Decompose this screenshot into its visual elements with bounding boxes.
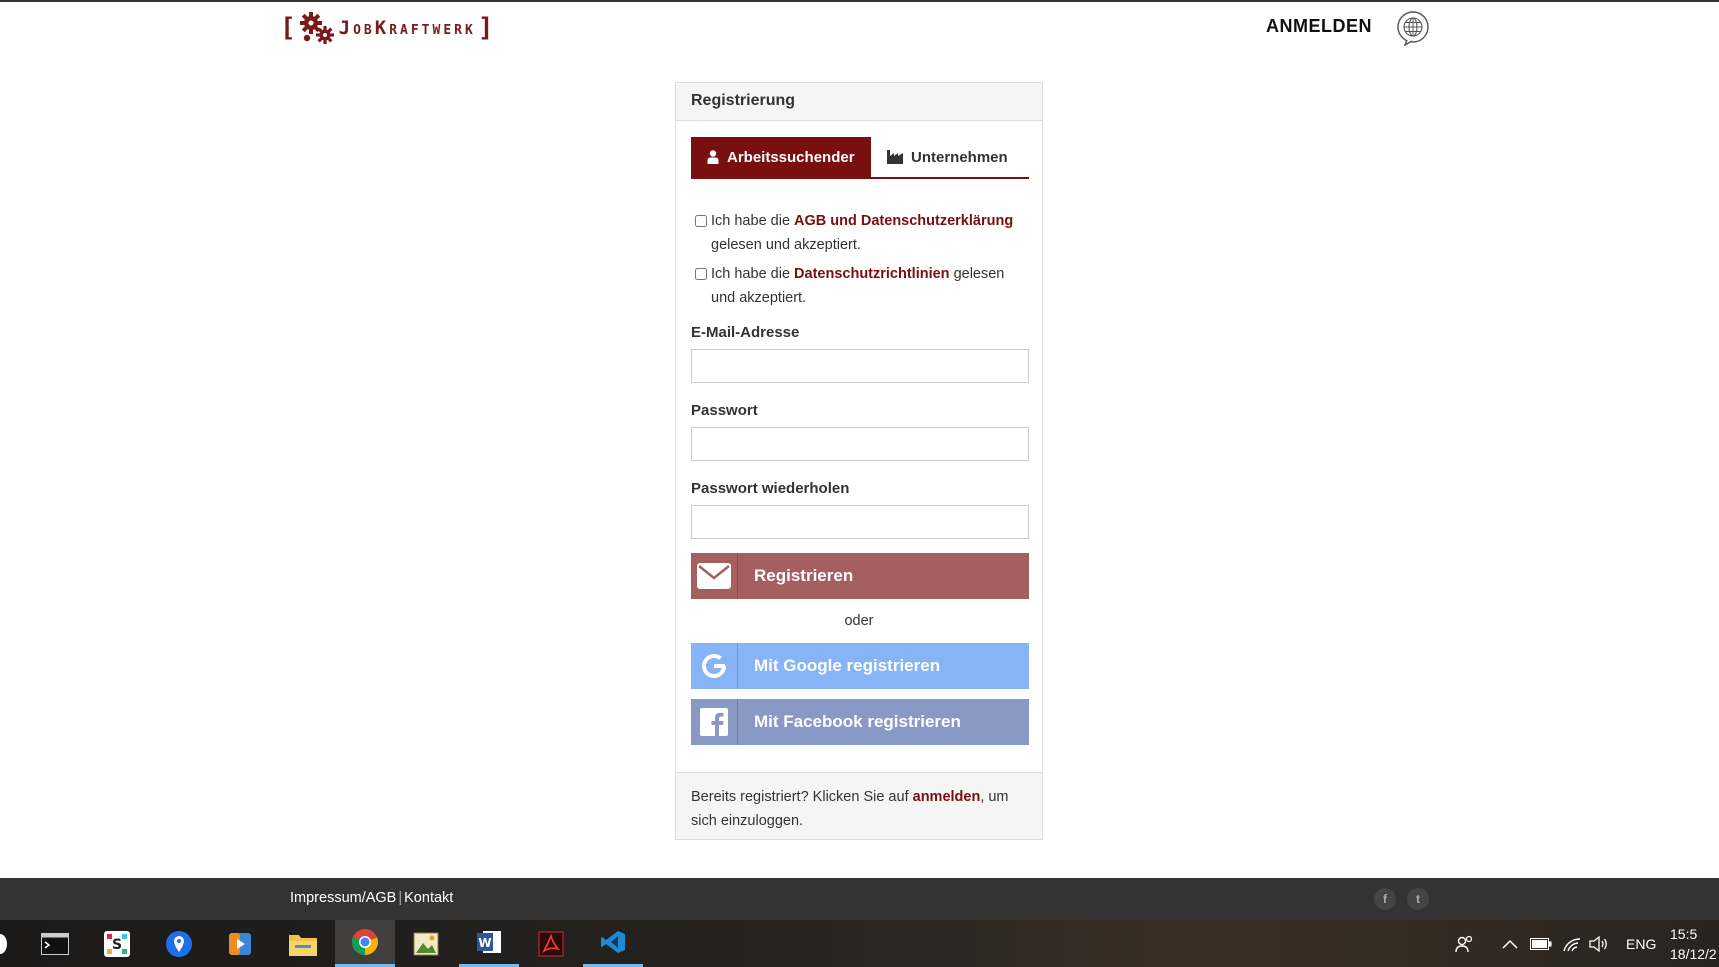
facebook-social-icon[interactable]: f [1374,888,1396,910]
terms-text: Ich habe die AGB und Datenschutzerklärun… [711,213,1014,253]
google-register-button[interactable]: Mit Google registrieren [691,643,1029,689]
slack-icon[interactable]: S [87,920,147,967]
tab-job-seeker-label: Arbeitssuchender [727,148,855,166]
email-label: E-Mail-Adresse [691,324,800,341]
registration-panel: Registrierung Arbeitssuchender Unternehm… [675,82,1043,840]
logo-wordmark: JobKraftwerk [338,17,476,39]
terms-link[interactable]: AGB und Datenschutzerklärung [794,213,1013,229]
site-footer: Impressum/AGB | Kontakt f t [0,878,1719,920]
panel-footer: Bereits registriert? Klicken Sie auf anm… [676,772,1042,839]
password-repeat-label: Passwort wiederholen [691,480,850,497]
facebook-icon [691,699,738,745]
panel-title: Registrierung [676,83,1042,121]
twitter-social-icon[interactable]: t [1407,888,1429,910]
chevron-up-icon[interactable] [1502,920,1518,967]
svg-text:W: W [478,936,491,950]
chrome-icon[interactable] [335,920,395,967]
google-icon [691,643,738,689]
footer-links: Impressum/AGB | Kontakt [290,890,453,906]
file-explorer-icon[interactable] [273,920,333,967]
globe-speech-icon[interactable] [1395,10,1431,46]
top-border [0,0,1719,2]
factory-icon [887,150,903,164]
clock-date: 18/12/2 [1670,946,1717,962]
envelope-icon [691,553,738,599]
facebook-register-label: Mit Facebook registrieren [754,712,961,731]
user-icon [707,150,719,164]
tab-company[interactable]: Unternehmen [871,137,1008,177]
maps-pin-icon[interactable] [149,920,209,967]
system-clock[interactable]: 15:5 18/12/2 [1670,924,1717,964]
clock-time: 15:5 [1670,926,1698,942]
gears-icon [299,12,334,44]
vscode-icon[interactable] [583,920,643,967]
svg-text:S: S [112,937,122,953]
impressum-link[interactable]: Impressum/AGB [290,890,396,906]
terms-checkbox[interactable] [695,215,707,227]
logo-right-bracket: ] [477,13,494,43]
password-field[interactable] [691,427,1029,461]
volume-icon[interactable] [1589,920,1609,967]
language-indicator[interactable]: ENG [1626,920,1656,967]
image-viewer-icon[interactable] [396,920,456,967]
windows-taskbar: S W ENG 15:5 18/12/2 [0,920,1719,967]
privacy-text: Ich habe die Datenschutzrichtlinien gele… [711,266,1005,306]
battery-icon[interactable] [1530,920,1552,967]
privacy-link[interactable]: Datenschutzrichtlinien [794,266,950,282]
register-button[interactable]: Registrieren [691,553,1029,599]
or-separator: oder [844,613,874,629]
wifi-icon[interactable] [1563,920,1581,967]
account-type-tabs: Arbeitssuchender Unternehmen [691,137,1029,179]
password-label: Passwort [691,402,758,419]
privacy-checkbox[interactable] [695,268,707,280]
people-icon[interactable] [1455,920,1475,967]
privacy-checkbox-row: Ich habe die Datenschutzrichtlinien gele… [695,262,1025,310]
tab-job-seeker[interactable]: Arbeitssuchender [691,137,871,177]
media-player-icon[interactable] [210,920,270,967]
facebook-register-button[interactable]: Mit Facebook registrieren [691,699,1029,745]
login-inline-link[interactable]: anmelden [913,789,981,805]
site-logo[interactable]: [ JobKraftwerk ] [280,10,493,46]
footer-separator: | [398,890,403,906]
login-link[interactable]: ANMELDEN [1266,16,1372,37]
logo-left-bracket: [ [280,13,296,43]
word-icon[interactable]: W [459,920,519,967]
email-field[interactable] [691,349,1029,383]
acrobat-icon[interactable] [521,920,581,967]
password-repeat-field[interactable] [691,505,1029,539]
register-button-label: Registrieren [754,566,854,585]
tab-company-label: Unternehmen [911,148,1008,166]
google-register-label: Mit Google registrieren [754,656,941,675]
terms-checkbox-row: Ich habe die AGB und Datenschutzerklärun… [695,209,1025,257]
contact-link[interactable]: Kontakt [404,890,453,906]
terminal-icon[interactable] [25,920,85,967]
